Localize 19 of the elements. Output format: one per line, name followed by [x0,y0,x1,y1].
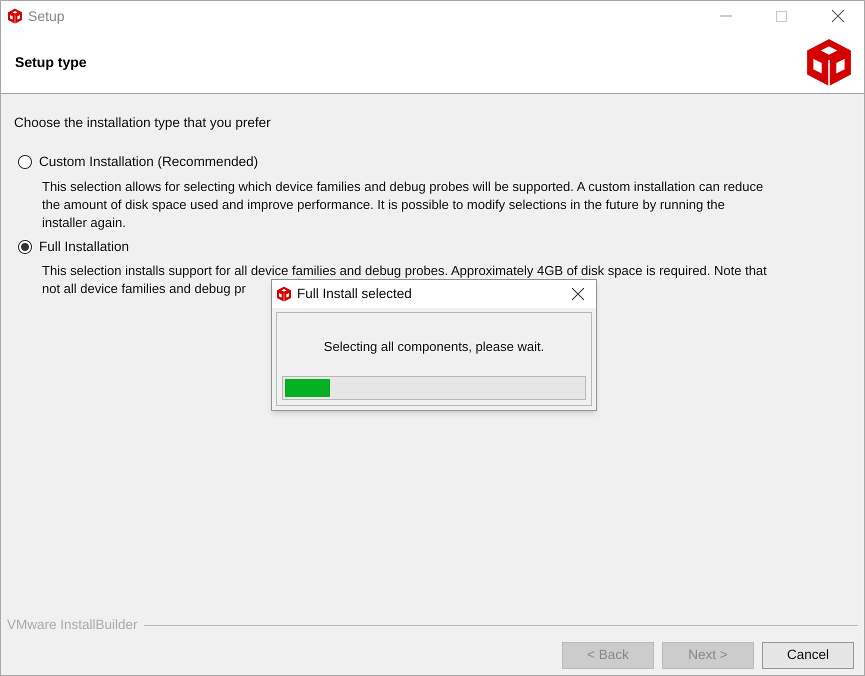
page-heading: Setup type [15,52,88,72]
brand-label: VMware InstallBuilder [7,616,138,634]
radio-option[interactable]: Custom Installation (Recommended) [18,152,851,172]
wizard-button[interactable]: Cancel [762,642,854,669]
option-description: This selection allows for selecting which device families and debug probes will be supported. A custom installation can reduce [42,178,764,196]
window-title: Setup [28,6,65,26]
dialog-title: Full Install selected [297,284,413,303]
close-icon[interactable] [572,288,584,300]
dialog-message: Selecting all components, please wait. [322,338,546,356]
option-description: not all device families and debug pr [42,280,246,298]
cube-logo-icon [804,37,854,87]
prompt-text: Choose the installation type that you prefer [14,114,272,132]
option-description: This selection installs support for all device families and debug probes. Approximately 4GB of disk space is required. Note that [42,262,767,280]
option-description: installer again. [42,214,126,232]
close-icon[interactable] [832,10,844,22]
app-logo-icon [7,8,23,24]
radio-option[interactable]: Full Installation [18,236,851,257]
app-logo-icon [276,286,292,302]
option-description: the amount of disk space used and improve performance. It is possible to modify selections in the future by running the [42,196,725,214]
